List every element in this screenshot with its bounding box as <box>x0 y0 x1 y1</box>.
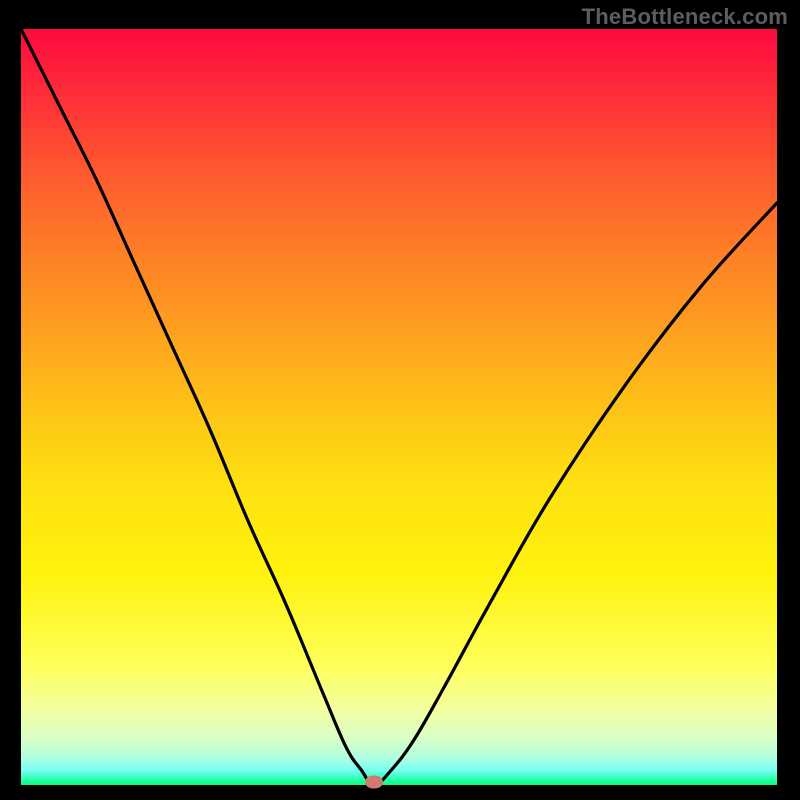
attribution-watermark: TheBottleneck.com <box>582 4 788 30</box>
plot-area <box>21 29 777 785</box>
bottleneck-curve <box>21 29 777 785</box>
chart-frame: TheBottleneck.com <box>0 0 800 800</box>
optimum-marker <box>365 776 383 789</box>
